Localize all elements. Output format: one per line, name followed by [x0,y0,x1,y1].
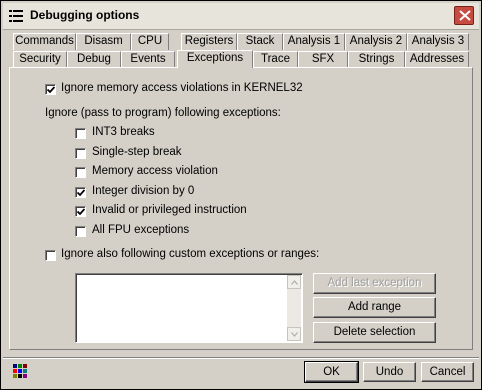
tab-label: Debug [77,53,111,65]
debugging-options-dialog: Debugging options Commands Disasm CPU Re… [0,0,482,390]
tab-label: Analysis 1 [287,35,341,47]
tab-stack[interactable]: Stack [237,33,283,50]
tab-label: Registers [184,35,234,47]
tab-label: SFX [311,53,335,65]
tab-analysis-2[interactable]: Analysis 2 [345,33,407,50]
tab-trace[interactable]: Trace [253,51,298,68]
tab-label: Analysis 3 [411,35,465,47]
ok-button[interactable]: OK [304,361,359,383]
tab-label: Stack [245,35,275,47]
close-button[interactable] [454,6,474,25]
tab-events[interactable]: Events [121,51,175,68]
tab-label: Security [19,53,61,65]
tab-analysis-1[interactable]: Analysis 1 [283,33,345,50]
tab-sfx[interactable]: SFX [298,51,348,68]
tab-label: CPU [137,35,163,47]
tab-debug[interactable]: Debug [67,51,121,68]
tab-disasm[interactable]: Disasm [76,33,131,50]
tab-label: Exceptions [186,52,244,64]
tab-exceptions[interactable]: Exceptions [177,50,253,68]
list-icon [9,9,23,23]
undo-button[interactable]: Undo [363,362,416,382]
tab-commands[interactable]: Commands [13,33,76,50]
tab-cpu[interactable]: CPU [131,33,169,50]
window-title: Debugging options [30,8,140,22]
tab-security[interactable]: Security [13,51,67,68]
tab-label: Commands [15,35,74,47]
tab-label: Addresses [409,53,465,65]
exceptions-tab-panel [9,67,473,350]
tab-label: Analysis 2 [349,35,403,47]
tab-analysis-3[interactable]: Analysis 3 [407,33,469,50]
tab-label: Events [130,53,166,65]
tab-label: Strings [358,53,395,65]
tab-registers[interactable]: Registers [181,33,237,50]
footer-separator [3,357,479,359]
title-bar[interactable]: Debugging options [3,3,479,30]
tab-label: Disasm [84,35,123,47]
cancel-button[interactable]: Cancel [421,362,474,382]
color-palette-icon[interactable] [13,364,27,378]
tab-label: Trace [261,53,290,65]
tab-addresses[interactable]: Addresses [405,51,469,68]
tab-strings[interactable]: Strings [348,51,405,68]
